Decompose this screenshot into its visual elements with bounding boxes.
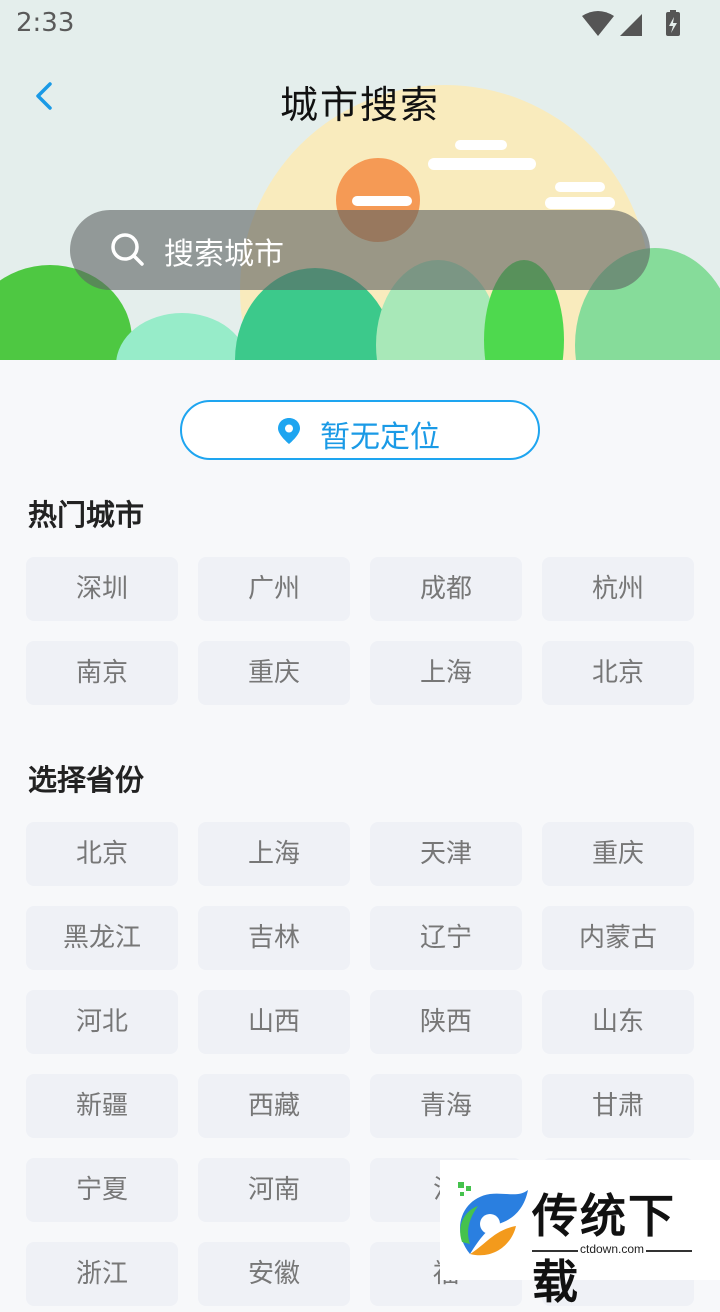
province-chip[interactable]: 山西 — [198, 990, 350, 1054]
province-chip[interactable]: 河南 — [198, 1158, 350, 1222]
province-chip[interactable]: 浙江 — [26, 1242, 178, 1306]
locate-label: 暂无定位 — [320, 420, 440, 455]
hot-city-chip[interactable]: 杭州 — [542, 557, 694, 621]
province-chip[interactable]: 黑龙江 — [26, 906, 178, 970]
province-chip[interactable]: 山东 — [542, 990, 694, 1054]
search-icon — [111, 233, 144, 266]
province-chip[interactable]: 河北 — [26, 990, 178, 1054]
hot-city-chip[interactable]: 重庆 — [198, 641, 350, 705]
province-chip[interactable]: 新疆 — [26, 1074, 178, 1138]
signal-icon — [620, 14, 642, 36]
province-chip[interactable]: 重庆 — [542, 822, 694, 886]
province-chip[interactable]: 安徽 — [198, 1242, 350, 1306]
province-chip[interactable]: 吉林 — [198, 906, 350, 970]
hot-city-chip[interactable]: 成都 — [370, 557, 522, 621]
province-chip[interactable]: 西藏 — [198, 1074, 350, 1138]
locate-button[interactable]: 暂无定位 — [180, 400, 540, 460]
hot-city-chip[interactable]: 上海 — [370, 641, 522, 705]
province-chip[interactable]: 宁夏 — [26, 1158, 178, 1222]
wifi-icon — [582, 11, 614, 36]
watermark: 传统下载 ctdown.com — [440, 1160, 720, 1309]
hot-cities-title: 热门城市 — [28, 498, 145, 532]
province-chip[interactable]: 青海 — [370, 1074, 522, 1138]
hot-city-chip[interactable]: 广州 — [198, 557, 350, 621]
province-chip[interactable]: 上海 — [198, 822, 350, 886]
status-icons — [582, 10, 680, 36]
status-time: 2:33 — [16, 8, 75, 38]
search-placeholder: 搜索城市 — [164, 237, 284, 272]
province-chip[interactable]: 甘肃 — [542, 1074, 694, 1138]
hot-city-chip[interactable]: 南京 — [26, 641, 178, 705]
search-input[interactable]: 搜索城市 — [70, 210, 650, 290]
status-bar: 2:33 — [0, 0, 720, 50]
watermark-url: ctdown.com — [579, 1242, 645, 1256]
page-title: 城市搜索 — [279, 83, 440, 127]
header: 2:33 城市搜索 搜索城市 — [0, 0, 720, 360]
hot-city-chip[interactable]: 深圳 — [26, 557, 178, 621]
province-chip[interactable]: 天津 — [370, 822, 522, 886]
header-illustration — [0, 85, 720, 360]
province-chip[interactable]: 北京 — [26, 822, 178, 886]
provinces-title: 选择省份 — [28, 763, 145, 797]
watermark-logo-icon — [458, 1182, 528, 1256]
hot-city-chip[interactable]: 北京 — [542, 641, 694, 705]
location-pin-icon — [278, 418, 300, 444]
province-chip[interactable]: 陕西 — [370, 990, 522, 1054]
province-chip[interactable]: 辽宁 — [370, 906, 522, 970]
province-chip[interactable]: 内蒙古 — [542, 906, 694, 970]
